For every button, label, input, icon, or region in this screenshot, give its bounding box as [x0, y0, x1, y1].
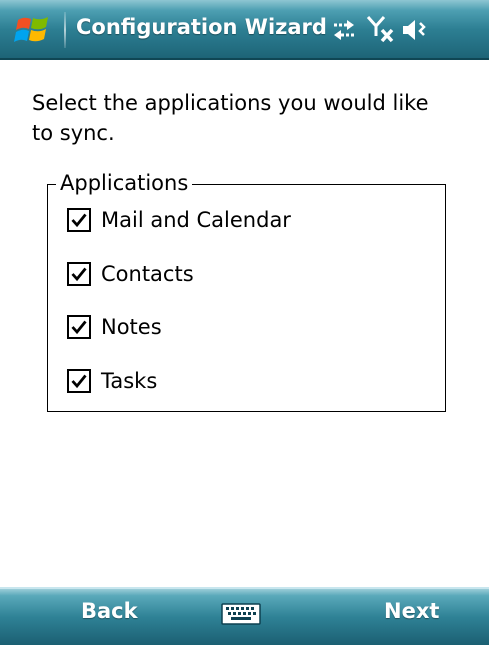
notes-option[interactable]: Notes [67, 312, 162, 342]
applications-group-label: Applications [56, 169, 193, 197]
notes-checkbox[interactable] [67, 315, 91, 339]
mail-and-calendar-checkbox[interactable] [67, 208, 91, 232]
checkmark-icon [71, 374, 87, 389]
mail-and-calendar-option[interactable]: Mail and Calendar [67, 205, 291, 235]
contacts-checkbox[interactable] [67, 262, 91, 286]
instructions-text: Select the applications you would like t… [32, 91, 429, 145]
checkmark-icon [71, 213, 87, 228]
contacts-label: Contacts [101, 262, 194, 286]
app-title: Configuration Wizard [76, 15, 327, 39]
windows-start-icon[interactable] [14, 11, 52, 49]
next-button[interactable]: Next [384, 599, 439, 623]
tasks-label: Tasks [101, 369, 158, 393]
title-bar: Configuration Wizard [0, 0, 489, 60]
notes-label: Notes [101, 315, 162, 339]
no-signal-icon[interactable] [366, 14, 396, 44]
tasks-option[interactable]: Tasks [67, 366, 157, 396]
title-separator [64, 12, 66, 48]
back-button[interactable]: Back [81, 599, 138, 623]
speaker-volume-icon[interactable] [401, 17, 429, 43]
checkmark-icon [71, 267, 87, 282]
sync-arrows-icon[interactable] [332, 17, 356, 43]
contacts-option[interactable]: Contacts [67, 259, 194, 289]
screen: Configuration Wizard Select the applicat… [0, 0, 489, 645]
keyboard-icon[interactable] [221, 603, 261, 629]
tasks-checkbox[interactable] [67, 369, 91, 393]
soft-key-bar: Back Next [0, 587, 489, 645]
checkmark-icon [71, 320, 87, 335]
applications-group: Applications Mail and Calendar Contacts [47, 169, 446, 412]
mail-and-calendar-label: Mail and Calendar [101, 208, 291, 232]
